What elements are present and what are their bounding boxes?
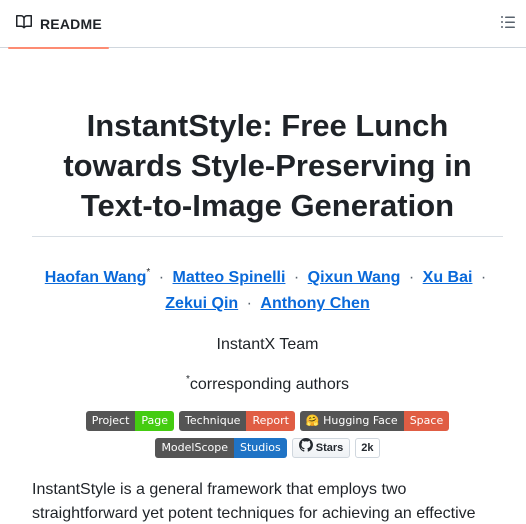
- stars-count: 2k: [355, 438, 380, 458]
- author-separator: ·: [293, 269, 300, 286]
- note-mark: *: [185, 374, 190, 385]
- tab-readme-label: README: [40, 16, 102, 32]
- author-separator: ·: [246, 295, 252, 312]
- page-title: InstantStyle: Free Lunch towards Style-P…: [32, 106, 503, 237]
- technique-report-badge[interactable]: Technique Report: [179, 411, 295, 431]
- author-separator: ·: [480, 269, 487, 286]
- badge-label: 🤗 Hugging Face: [299, 411, 404, 431]
- author-link[interactable]: Qixun Wang: [308, 269, 401, 286]
- github-stars-badge[interactable]: Stars 2k: [291, 437, 380, 459]
- github-icon: [298, 437, 313, 459]
- intro-paragraph: InstantStyle is a general framework that…: [32, 481, 476, 522]
- hugging-face-space-badge[interactable]: 🤗 Hugging Face Space: [299, 411, 450, 431]
- author-link[interactable]: Anthony Chen: [260, 295, 369, 312]
- corresponding-note: *corresponding authors: [32, 373, 503, 397]
- list-icon: [500, 14, 516, 35]
- modelscope-studios-badge[interactable]: ModelScope Studios: [155, 438, 287, 458]
- stars-label: Stars: [315, 442, 344, 454]
- author-separator: ·: [408, 269, 415, 286]
- tab-readme[interactable]: README: [8, 0, 109, 49]
- badge-label: Project: [85, 411, 136, 431]
- badge-value: Studios: [233, 438, 287, 458]
- readme-header: README: [0, 0, 526, 49]
- author-link[interactable]: Zekui Qin: [165, 295, 238, 312]
- stars-button: Stars: [291, 437, 351, 459]
- badge-value: Page: [135, 411, 175, 431]
- badge-area: Project Page Technique Report 🤗 Hugging Fa…: [32, 411, 503, 458]
- project-page-badge[interactable]: Project Page: [85, 411, 175, 431]
- author-link[interactable]: Matteo Spinelli: [173, 269, 286, 286]
- outline-button[interactable]: [498, 14, 518, 34]
- author-mark: *: [146, 267, 151, 278]
- author-link[interactable]: Xu Bai: [423, 269, 473, 286]
- badge-row: ModelScope Studios Stars 2k: [32, 437, 503, 459]
- team-name: InstantX Team: [216, 336, 319, 353]
- badge-label: ModelScope: [155, 438, 234, 458]
- author-link[interactable]: Haofan Wang: [45, 269, 147, 286]
- badge-row: Project Page Technique Report 🤗 Hugging Fa…: [32, 411, 503, 431]
- badge-value: Report: [246, 411, 295, 431]
- readme-body: InstantStyle: Free Lunch towards Style-P…: [32, 48, 503, 524]
- badge-value: Space: [403, 411, 450, 431]
- book-icon: [16, 14, 33, 35]
- author-list: Haofan Wang* · Matteo Spinelli · Qixun W…: [32, 265, 503, 317]
- note-text: corresponding authors: [189, 376, 350, 393]
- badge-label: Technique: [179, 411, 247, 431]
- author-separator: ·: [158, 269, 165, 286]
